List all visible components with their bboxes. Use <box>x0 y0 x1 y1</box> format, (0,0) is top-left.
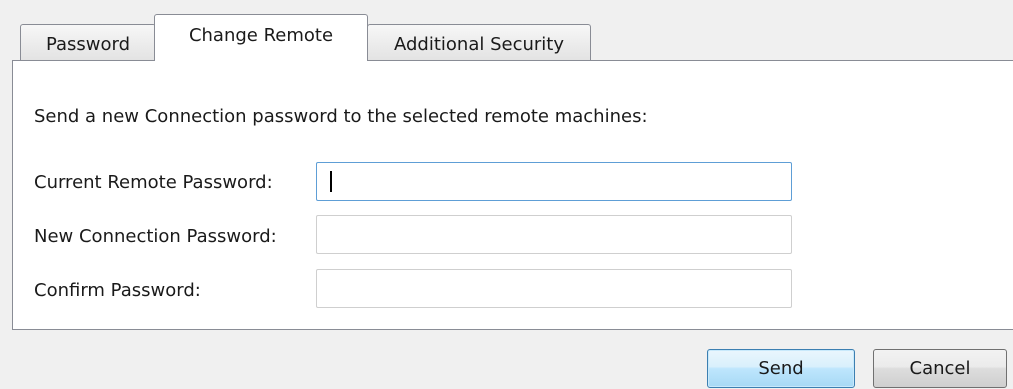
change-remote-dialog: Password Change Remote Additional Securi… <box>0 0 1013 389</box>
tab-password[interactable]: Password <box>20 24 156 60</box>
current-remote-password-label: Current Remote Password: <box>34 172 273 193</box>
text-caret <box>330 171 332 192</box>
tab-additional-security-label: Additional Security <box>394 34 564 55</box>
tab-change-remote-label: Change Remote <box>188 24 334 46</box>
tab-password-label: Password <box>45 34 131 55</box>
send-button[interactable]: Send <box>707 349 855 388</box>
new-connection-password-label: New Connection Password: <box>34 226 277 247</box>
cancel-button[interactable]: Cancel <box>873 349 1007 388</box>
tab-additional-security[interactable]: Additional Security <box>367 24 591 60</box>
confirm-password-input[interactable] <box>316 269 792 308</box>
current-remote-password-input[interactable] <box>316 162 792 201</box>
new-connection-password-input[interactable] <box>316 215 792 254</box>
confirm-password-label: Confirm Password: <box>34 280 201 301</box>
tab-change-remote[interactable]: Change Remote <box>154 14 368 61</box>
instruction-text: Send a new Connection password to the se… <box>34 106 648 127</box>
